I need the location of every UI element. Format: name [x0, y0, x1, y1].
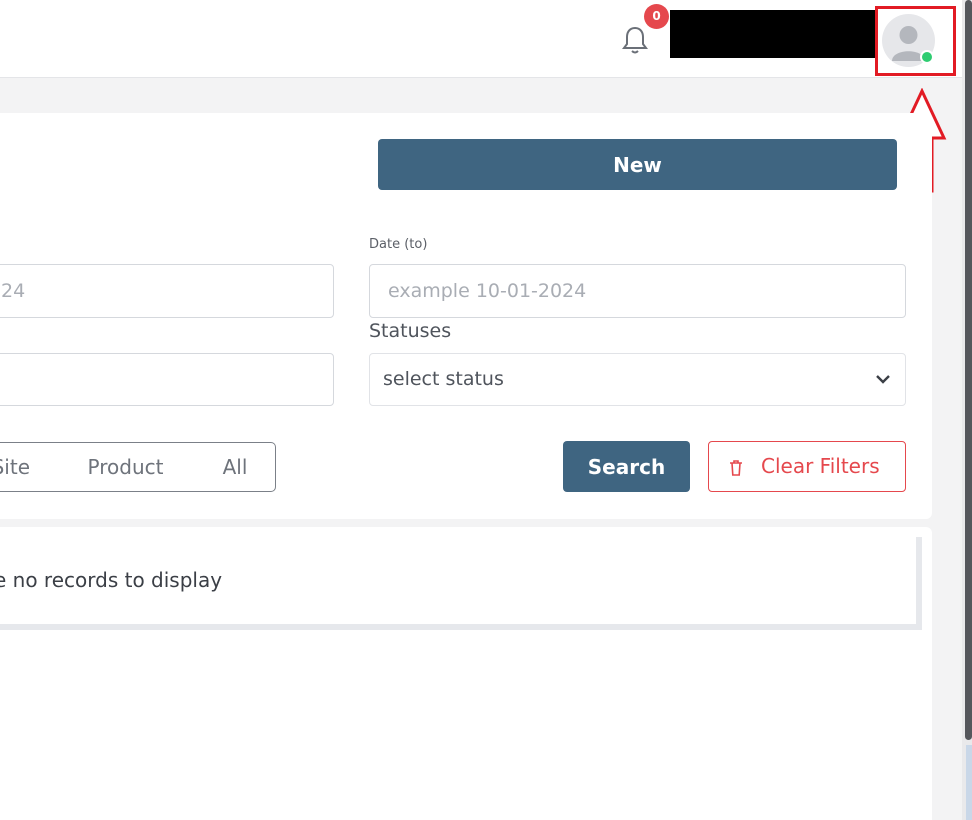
new-button[interactable]: New — [378, 139, 897, 190]
notification-badge: 0 — [644, 4, 669, 29]
chevron-down-icon — [876, 375, 890, 384]
clear-filters-button[interactable]: Clear Filters — [708, 441, 906, 492]
trash-icon — [730, 460, 742, 476]
status-select[interactable]: select status — [369, 353, 906, 406]
scrollbar-thumb[interactable] — [965, 0, 972, 740]
redacted-user-info — [670, 10, 876, 58]
statuses-label: Statuses — [369, 320, 452, 342]
bell-icon[interactable] — [620, 24, 650, 56]
status-select-value: select status — [383, 368, 504, 390]
segment-product[interactable]: Product — [56, 442, 196, 492]
clear-filters-label: Clear Filters — [761, 454, 880, 478]
highlight-box — [875, 6, 956, 76]
date-from-input[interactable]: 24 — [0, 264, 334, 318]
date-to-label: Date (to) — [369, 237, 428, 252]
search-button[interactable]: Search — [563, 441, 690, 492]
segment-all[interactable]: All — [195, 442, 276, 492]
empty-results-message: e no records to display — [0, 568, 223, 592]
date-to-input[interactable]: example 10-01-2024 — [369, 264, 906, 318]
left-filter-input[interactable] — [0, 353, 334, 406]
scrollbar-lower-track — [966, 745, 972, 820]
segment-site[interactable]: Site — [0, 442, 57, 492]
